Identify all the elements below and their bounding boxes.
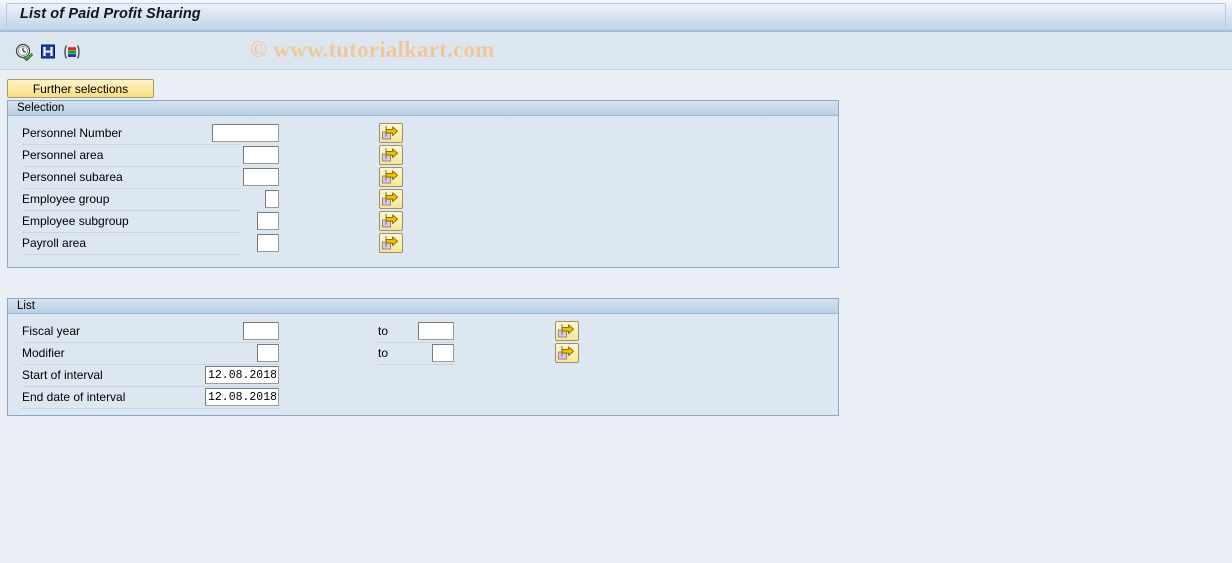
- multiple-selection-arrow-button[interactable]: [555, 321, 579, 341]
- list-group-header: List: [7, 298, 839, 314]
- field-row-separator: [22, 408, 280, 409]
- page-title: List of Paid Profit Sharing: [20, 6, 201, 22]
- to-label: to: [378, 346, 389, 360]
- multiple-selection-arrow-button[interactable]: [379, 167, 403, 187]
- field-label: Personnel subarea: [22, 170, 123, 184]
- field-row-separator: [22, 254, 240, 255]
- window-title-bar: List of Paid Profit Sharing: [0, 0, 1232, 32]
- field-row: Employee subgroup: [22, 211, 240, 233]
- field-row: Personnel subarea: [22, 167, 240, 189]
- field-input[interactable]: [257, 212, 279, 230]
- field-input[interactable]: [212, 124, 279, 142]
- field-input-to[interactable]: [418, 322, 454, 340]
- variants-icon[interactable]: [62, 43, 82, 61]
- info-help-icon[interactable]: [39, 43, 59, 61]
- field-input-to[interactable]: [432, 344, 454, 362]
- multiple-selection-arrow-button[interactable]: [379, 211, 403, 231]
- field-input[interactable]: [243, 168, 279, 186]
- field-label: Start of interval: [22, 368, 103, 382]
- field-input[interactable]: [243, 322, 279, 340]
- field-label: Employee subgroup: [22, 214, 129, 228]
- list-group-title: List: [17, 300, 35, 312]
- multiple-selection-arrow-button[interactable]: [379, 189, 403, 209]
- field-input[interactable]: [257, 234, 279, 252]
- field-row: Fiscal year: [22, 321, 280, 343]
- field-label: Personnel Number: [22, 126, 123, 140]
- field-label: Employee group: [22, 192, 110, 206]
- to-label: to: [378, 324, 389, 338]
- field-row: Employee group: [22, 189, 240, 211]
- multiple-selection-arrow-button[interactable]: [379, 123, 403, 143]
- to-row-separator: [378, 364, 454, 365]
- selection-group-title: Selection: [17, 102, 65, 114]
- application-toolbar: [0, 32, 1232, 70]
- further-selections-button[interactable]: Further selections: [7, 79, 154, 98]
- multiple-selection-arrow-button[interactable]: [379, 145, 403, 165]
- selection-group-header: Selection: [7, 100, 839, 116]
- multiple-selection-arrow-button[interactable]: [555, 343, 579, 363]
- field-input[interactable]: [257, 344, 279, 362]
- watermark-text: © www.tutorialkart.com: [250, 37, 495, 62]
- field-input[interactable]: [205, 388, 279, 406]
- multiple-selection-arrow-button[interactable]: [379, 233, 403, 253]
- field-input[interactable]: [205, 366, 279, 384]
- field-label: Modifier: [22, 346, 65, 360]
- field-row: Modifier: [22, 343, 280, 365]
- field-input[interactable]: [265, 190, 279, 208]
- field-label: End date of interval: [22, 390, 126, 404]
- field-label: Personnel area: [22, 148, 104, 162]
- execute-clock-icon[interactable]: [14, 43, 34, 62]
- field-row: Personnel area: [22, 145, 240, 167]
- field-row: Personnel Number: [22, 123, 240, 145]
- field-row: Payroll area: [22, 233, 240, 255]
- field-label: Payroll area: [22, 236, 87, 250]
- field-input[interactable]: [243, 146, 279, 164]
- field-label: Fiscal year: [22, 324, 81, 338]
